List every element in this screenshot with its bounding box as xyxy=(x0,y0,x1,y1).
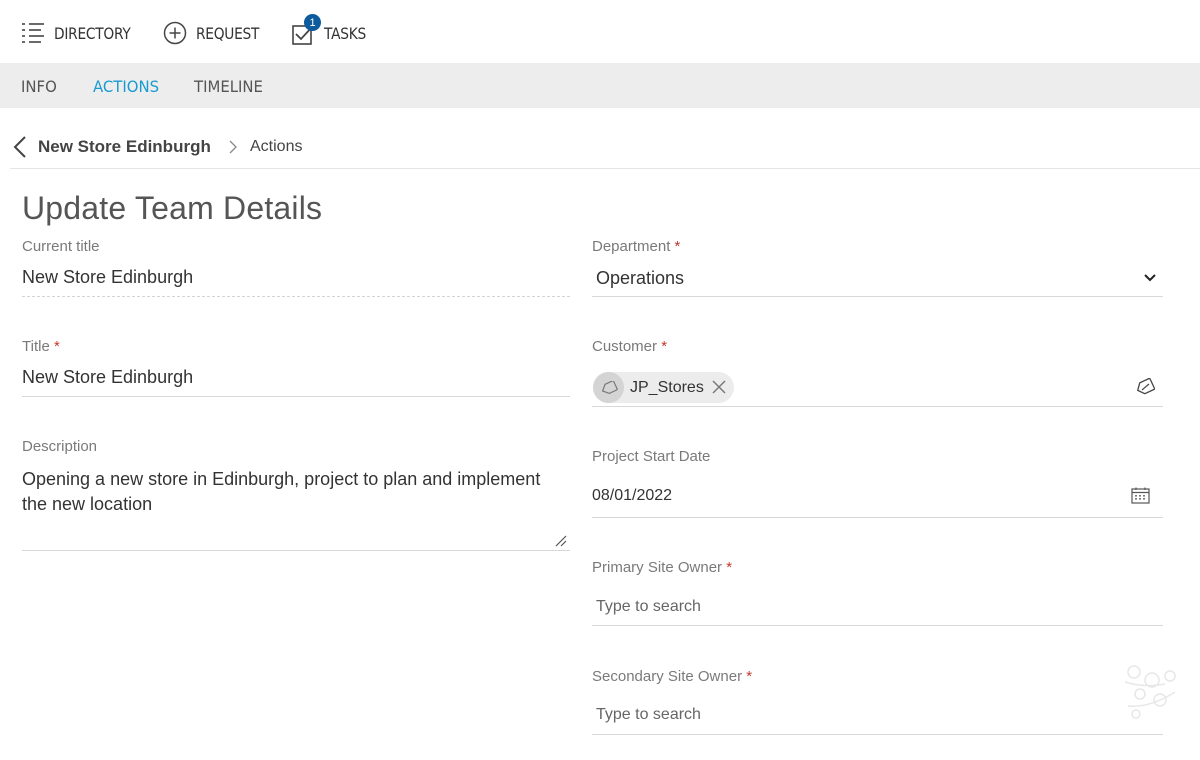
customer-required-mark: * xyxy=(661,338,668,355)
breadcrumb-current: Actions xyxy=(250,138,303,155)
customer-chip-label: JP_Stores xyxy=(630,378,704,396)
nav-request-label: REQUEST xyxy=(196,23,260,43)
description-textarea[interactable]: Opening a new store in Edinburgh, projec… xyxy=(22,467,542,517)
title-label: Title * xyxy=(22,338,60,355)
start-date-label: Project Start Date xyxy=(592,448,711,465)
current-title-label: Current title xyxy=(22,238,100,255)
top-nav: DIRECTORY REQUEST 1 TASKS xyxy=(0,0,1200,63)
nav-directory[interactable]: DIRECTORY xyxy=(21,20,143,46)
title-required-mark: * xyxy=(53,338,60,355)
tag-icon[interactable] xyxy=(1135,378,1155,396)
title-label-text: Title xyxy=(22,338,50,355)
department-label: Department * xyxy=(592,238,680,255)
department-label-text: Department xyxy=(592,238,671,255)
title-underline xyxy=(22,396,570,397)
plus-circle-icon xyxy=(163,21,187,45)
customer-label-text: Customer xyxy=(592,338,658,355)
primary-owner-search-input[interactable]: Type to search xyxy=(596,598,701,616)
nav-tasks[interactable]: 1 TASKS xyxy=(292,14,373,46)
start-date-underline xyxy=(592,517,1163,518)
nav-tasks-label: TASKS xyxy=(324,23,366,43)
customer-chip[interactable]: JP_Stores xyxy=(593,372,734,403)
chevron-down-icon[interactable] xyxy=(1143,273,1157,283)
secondary-owner-label: Secondary Site Owner * xyxy=(592,668,752,685)
chevron-right-icon xyxy=(229,140,237,154)
decorative-watermark-icon xyxy=(1124,665,1176,719)
tasks-badge: 1 xyxy=(304,14,321,31)
department-select[interactable]: Operations xyxy=(596,268,684,289)
breadcrumb-divider xyxy=(10,168,1200,169)
tab-info[interactable]: INFO xyxy=(21,77,57,96)
tab-actions[interactable]: ACTIONS xyxy=(93,77,159,96)
resize-handle-icon[interactable] xyxy=(555,535,567,547)
secondary-owner-underline xyxy=(592,734,1163,735)
current-title-value: New Store Edinburgh xyxy=(22,267,194,287)
description-label: Description xyxy=(22,438,98,455)
department-underline xyxy=(592,296,1163,297)
close-icon[interactable] xyxy=(712,380,726,394)
primary-owner-label: Primary Site Owner * xyxy=(592,559,732,576)
nav-directory-label: DIRECTORY xyxy=(54,23,131,43)
start-date-input[interactable]: 08/01/2022 xyxy=(592,487,672,505)
title-input[interactable]: New Store Edinburgh xyxy=(22,367,193,388)
secondary-owner-required-mark: * xyxy=(746,668,753,685)
primary-owner-required-mark: * xyxy=(726,559,733,576)
calendar-icon[interactable] xyxy=(1131,487,1150,504)
department-required-mark: * xyxy=(674,238,681,255)
secondary-owner-search-input[interactable]: Type to search xyxy=(596,706,701,724)
nav-request[interactable]: REQUEST xyxy=(163,20,269,46)
breadcrumb-parent-link[interactable]: New Store Edinburgh xyxy=(38,137,211,157)
current-title-underline xyxy=(22,296,570,297)
breadcrumb: New Store Edinburgh Actions xyxy=(0,108,1200,169)
list-icon xyxy=(22,23,44,43)
description-underline xyxy=(22,550,570,551)
page-title: Update Team Details xyxy=(22,190,323,226)
secondary-owner-label-text: Secondary Site Owner xyxy=(592,668,743,685)
tag-icon xyxy=(593,372,624,403)
chevron-left-icon[interactable] xyxy=(12,135,28,159)
customer-underline xyxy=(592,406,1163,407)
primary-owner-underline xyxy=(592,625,1163,626)
tab-bar: INFO ACTIONS TIMELINE xyxy=(0,63,1200,108)
tab-timeline[interactable]: TIMELINE xyxy=(194,77,263,96)
primary-owner-label-text: Primary Site Owner xyxy=(592,559,723,576)
customer-label: Customer * xyxy=(592,338,667,355)
